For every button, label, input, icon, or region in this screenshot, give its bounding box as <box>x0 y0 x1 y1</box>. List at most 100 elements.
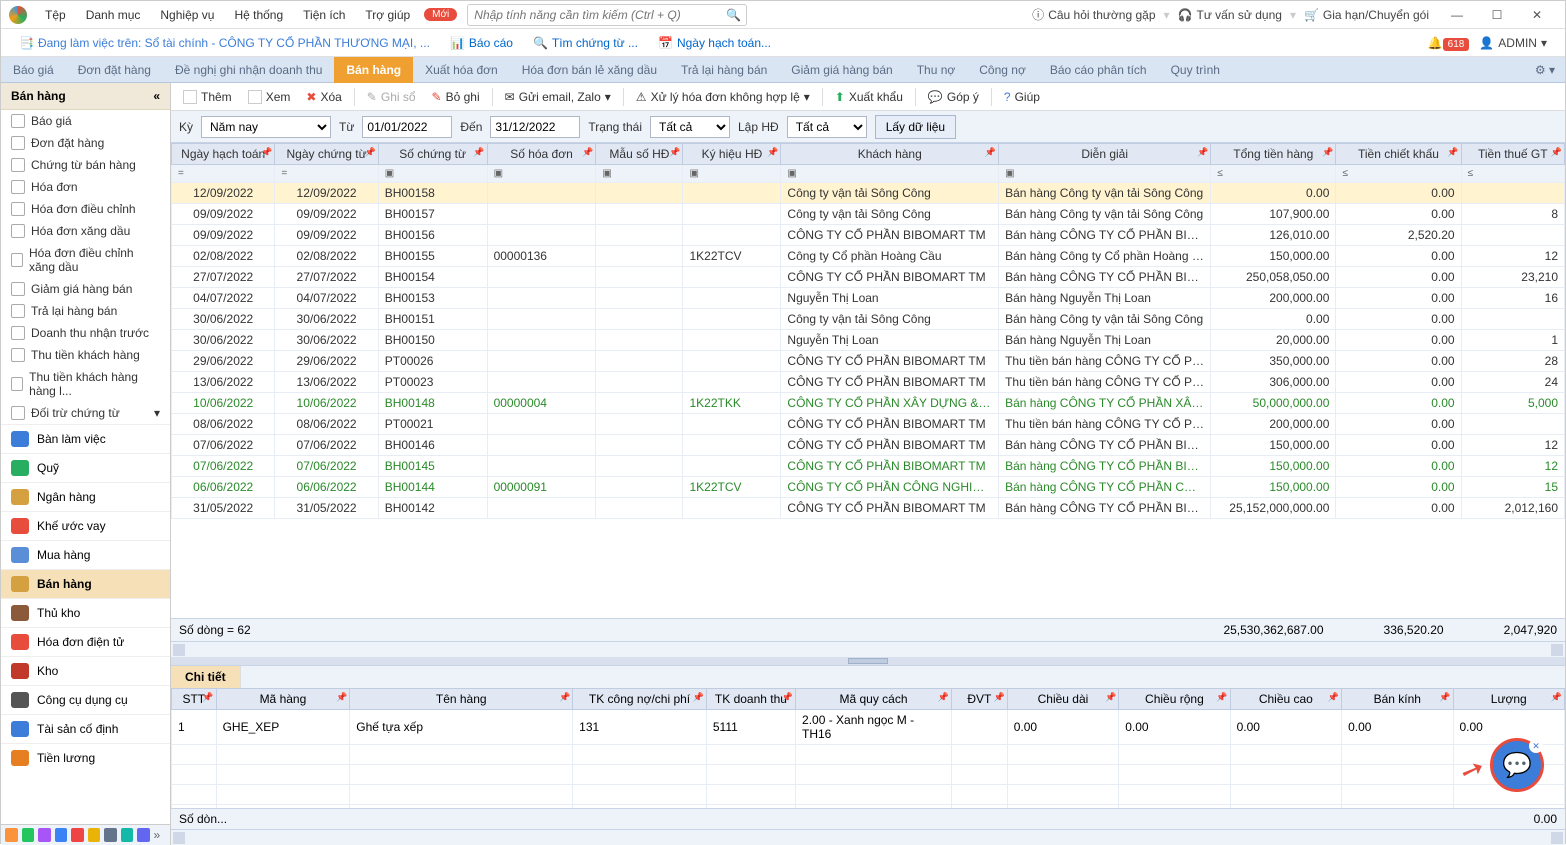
collapse-icon[interactable]: « <box>153 89 160 103</box>
tab-11[interactable]: Quy trình <box>1159 57 1232 83</box>
module-3[interactable]: Khế ước vay <box>1 511 170 540</box>
table-row[interactable]: 09/09/202209/09/2022BH00156CÔNG TY CỔ PH… <box>172 225 1565 246</box>
nav-item-0[interactable]: Báo giá <box>1 110 170 132</box>
chat-close-icon[interactable]: ✕ <box>1529 739 1543 753</box>
bottom-icon-5[interactable] <box>71 828 84 842</box>
filter-cell[interactable]: = <box>172 165 275 183</box>
detail-tab[interactable]: Chi tiết <box>171 666 241 688</box>
invalid-invoice-button[interactable]: ⚠Xử lý hóa đơn không hợp lệ ▾ <box>628 85 818 109</box>
renew-link[interactable]: 🛒 Gia hạn/Chuyển gói <box>1296 8 1437 22</box>
detail-col[interactable]: TK công nợ/chi phí📌 <box>573 689 707 710</box>
working-context[interactable]: 📑 Đang làm việc trên: Sổ tài chính - CÔN… <box>9 36 440 50</box>
menu-1[interactable]: Danh mục <box>76 8 151 22</box>
detail-col[interactable]: ĐVT📌 <box>952 689 1008 710</box>
detail-col[interactable]: Chiều rộng📌 <box>1119 689 1230 710</box>
help-button[interactable]: ?Giúp <box>996 85 1048 109</box>
user-menu[interactable]: 👤 ADMIN ▾ <box>1469 36 1557 50</box>
detail-col[interactable]: TK doanh thu📌 <box>706 689 795 710</box>
table-row[interactable]: 02/08/202202/08/2022BH00155000001361K22T… <box>172 246 1565 267</box>
view-button[interactable]: Xem <box>240 85 299 109</box>
filter-cell[interactable]: ▣ <box>781 165 999 183</box>
nav-item-11[interactable]: Thu tiền khách hàng hàng l... <box>1 366 170 402</box>
table-row[interactable]: 07/06/202207/06/2022BH00146CÔNG TY CỔ PH… <box>172 435 1565 456</box>
tab-0[interactable]: Báo giá <box>1 57 66 83</box>
table-row[interactable]: 07/06/202207/06/2022BH00145CÔNG TY CỔ PH… <box>172 456 1565 477</box>
module-7[interactable]: Hóa đơn điện tử <box>1 627 170 656</box>
minimize-button[interactable]: — <box>1437 8 1477 22</box>
table-row[interactable]: 12/09/202212/09/2022BH00158Công ty vận t… <box>172 183 1565 204</box>
table-row[interactable]: 04/07/202204/07/2022BH00153Nguyễn Thị Lo… <box>172 288 1565 309</box>
col-header[interactable]: Mẫu số HĐ📌 <box>596 144 683 165</box>
bottom-icon-6[interactable] <box>88 828 101 842</box>
close-button[interactable]: ✕ <box>1517 8 1557 22</box>
detail-col[interactable]: STT📌 <box>172 689 217 710</box>
post-button[interactable]: ✎Ghi sổ <box>359 85 424 109</box>
bottom-more[interactable]: » <box>154 828 167 842</box>
menu-3[interactable]: Hệ thống <box>224 8 293 22</box>
menu-0[interactable]: Tệp <box>35 8 76 22</box>
h-scrollbar[interactable] <box>171 641 1565 657</box>
col-header[interactable]: Số chứng từ📌 <box>378 144 487 165</box>
module-0[interactable]: Bàn làm việc <box>1 424 170 453</box>
col-header[interactable]: Tiền chiết khấu📌 <box>1336 144 1461 165</box>
tab-7[interactable]: Giảm giá hàng bán <box>779 57 904 83</box>
filter-cell[interactable]: ▣ <box>596 165 683 183</box>
module-11[interactable]: Tiền lương <box>1 743 170 772</box>
module-8[interactable]: Kho <box>1 656 170 685</box>
period-select[interactable]: Năm nay <box>201 116 331 138</box>
col-header[interactable]: Số hóa đơn📌 <box>487 144 596 165</box>
col-header[interactable]: Tổng tiền hàng📌 <box>1211 144 1336 165</box>
detail-col[interactable]: Chiều dài📌 <box>1007 689 1118 710</box>
module-2[interactable]: Ngân hàng <box>1 482 170 511</box>
menu-5[interactable]: Trợ giúp <box>355 8 420 22</box>
find-voucher-link[interactable]: 🔍 Tìm chứng từ ... <box>523 36 648 50</box>
tab-3[interactable]: Bán hàng <box>334 57 413 83</box>
send-email-button[interactable]: ✉Gửi email, Zalo ▾ <box>497 85 619 109</box>
bottom-icon-9[interactable] <box>137 828 150 842</box>
nav-item-9[interactable]: Doanh thu nhận trước <box>1 322 170 344</box>
tab-4[interactable]: Xuất hóa đơn <box>413 57 510 83</box>
detail-col[interactable]: Mã quy cách📌 <box>796 689 952 710</box>
feedback-button[interactable]: 💬Góp ý <box>920 85 987 109</box>
module-5[interactable]: Bán hàng <box>1 569 170 598</box>
nav-item-6[interactable]: Hóa đơn điều chỉnh xăng dầu <box>1 242 170 278</box>
search-input[interactable] <box>467 4 747 26</box>
detail-col[interactable]: Tên hàng📌 <box>350 689 573 710</box>
report-link[interactable]: 📊 Báo cáo <box>440 36 523 50</box>
tab-2[interactable]: Đề nghị ghi nhận doanh thu <box>163 57 334 83</box>
bottom-icon-1[interactable] <box>5 828 18 842</box>
bottom-icon-8[interactable] <box>121 828 134 842</box>
search-icon[interactable]: 🔍 <box>726 8 741 22</box>
col-header[interactable]: Ký hiệu HĐ📌 <box>683 144 781 165</box>
detail-col[interactable]: Bán kính📌 <box>1342 689 1453 710</box>
chat-fab[interactable]: 💬✕ <box>1490 738 1544 792</box>
table-row[interactable]: 30/06/202230/06/2022BH00150Nguyễn Thị Lo… <box>172 330 1565 351</box>
detail-col[interactable]: Chiều cao📌 <box>1230 689 1341 710</box>
nav-item-5[interactable]: Hóa đơn xăng dầu <box>1 220 170 242</box>
module-1[interactable]: Quỹ <box>1 453 170 482</box>
table-row[interactable]: 13/06/202213/06/2022PT00023CÔNG TY CỔ PH… <box>172 372 1565 393</box>
filter-cell[interactable]: ▣ <box>487 165 596 183</box>
laphd-select[interactable]: Tất cả <box>787 116 867 138</box>
nav-item-3[interactable]: Hóa đơn <box>1 176 170 198</box>
col-header[interactable]: Diễn giải📌 <box>999 144 1211 165</box>
detail-h-scrollbar[interactable] <box>171 829 1565 845</box>
unpost-button[interactable]: ✎Bỏ ghi <box>424 85 488 109</box>
tab-1[interactable]: Đơn đặt hàng <box>66 57 163 83</box>
filter-cell[interactable]: ▣ <box>999 165 1211 183</box>
add-button[interactable]: Thêm <box>175 85 240 109</box>
splitter[interactable] <box>171 657 1565 665</box>
table-row[interactable]: 10/06/202210/06/2022BH00148000000041K22T… <box>172 393 1565 414</box>
main-grid[interactable]: Ngày hạch toán📌Ngày chứng từ📌Số chứng từ… <box>171 143 1565 618</box>
nav-item-12[interactable]: Đối trừ chứng từ ▾ <box>1 402 170 424</box>
nav-item-4[interactable]: Hóa đơn điều chỉnh <box>1 198 170 220</box>
load-data-button[interactable]: Lấy dữ liệu <box>875 115 956 139</box>
from-date[interactable] <box>362 116 452 138</box>
col-header[interactable]: Khách hàng📌 <box>781 144 999 165</box>
nav-item-8[interactable]: Trả lại hàng bán <box>1 300 170 322</box>
module-6[interactable]: Thủ kho <box>1 598 170 627</box>
filter-cell[interactable]: ≤ <box>1461 165 1564 183</box>
module-10[interactable]: Tài sản cố định <box>1 714 170 743</box>
notification-bell[interactable]: 🔔618 <box>1428 36 1470 50</box>
table-row[interactable]: 27/07/202227/07/2022BH00154CÔNG TY CỔ PH… <box>172 267 1565 288</box>
